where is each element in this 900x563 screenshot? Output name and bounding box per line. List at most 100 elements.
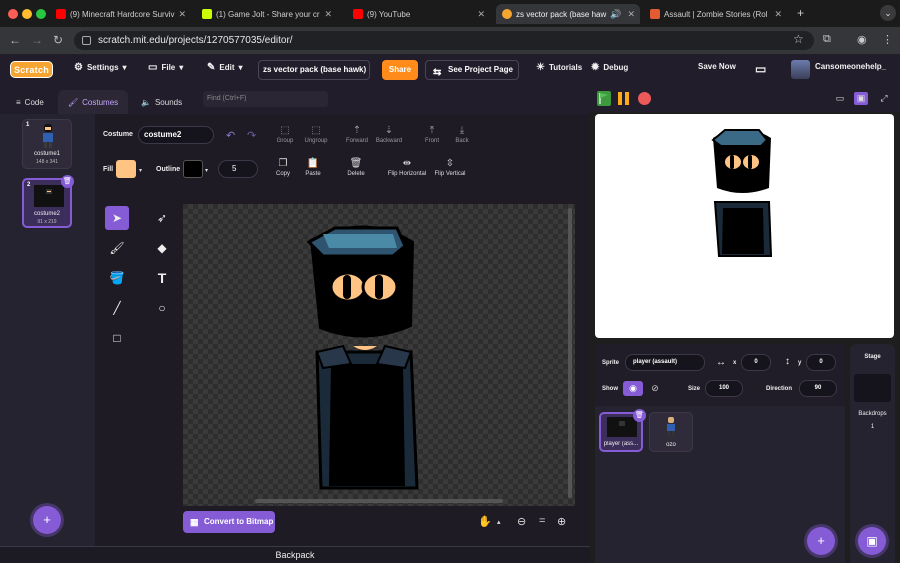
- edit-menu[interactable]: ✎ Edit ▾: [207, 62, 243, 73]
- stage-canvas[interactable]: [595, 114, 894, 338]
- forward-arrow-icon[interactable]: →: [31, 33, 43, 47]
- fill-tool[interactable]: 🪣: [105, 266, 129, 290]
- y-input[interactable]: 0: [806, 354, 836, 371]
- avatar[interactable]: [791, 60, 810, 79]
- close-tab-icon[interactable]: ✕: [473, 9, 485, 20]
- close-tab-icon[interactable]: ✕: [174, 9, 186, 20]
- new-tab-button[interactable]: +: [797, 6, 804, 20]
- browser-tab-active[interactable]: zs vector pack (base haw 🔊 ✕: [496, 4, 640, 24]
- chevron-up-icon[interactable]: ▴: [497, 518, 501, 526]
- chevron-down-icon[interactable]: ▾: [205, 167, 208, 174]
- close-tab-icon[interactable]: ✕: [770, 9, 782, 20]
- text-tool[interactable]: T: [150, 266, 174, 290]
- show-eye-icon[interactable]: ◉: [623, 381, 643, 396]
- chevron-down-icon[interactable]: ▾: [139, 167, 142, 174]
- minimize-window-button[interactable]: [22, 9, 32, 19]
- sprite-name-input[interactable]: player (assault): [625, 354, 705, 371]
- back-button[interactable]: ⤓ Back: [451, 125, 473, 144]
- vertical-scrollbar[interactable]: [568, 208, 572, 498]
- undo-button[interactable]: ↶: [226, 129, 235, 142]
- hide-eye-icon[interactable]: ⊘: [645, 381, 665, 396]
- zoom-reset-icon[interactable]: =: [539, 515, 545, 527]
- see-project-page-button[interactable]: ⇆ See Project Page: [425, 60, 519, 80]
- debug-menu[interactable]: ✹ Debug: [591, 62, 628, 73]
- reload-icon[interactable]: ↻: [53, 33, 63, 47]
- backward-button[interactable]: ⇣ Backward: [373, 125, 405, 144]
- settings-menu[interactable]: ⚙ Settings ▾: [74, 62, 127, 73]
- pause-icon[interactable]: [617, 92, 631, 105]
- delete-button[interactable]: 🗑 Delete: [345, 158, 367, 177]
- small-stage-icon[interactable]: ▭: [833, 92, 847, 105]
- fill-color-swatch[interactable]: [116, 160, 136, 178]
- tab-code[interactable]: ≡ Code: [6, 90, 54, 114]
- address-bar[interactable]: scratch.mit.edu/projects/1270577035/edit…: [74, 31, 814, 50]
- green-flag-icon[interactable]: [597, 91, 611, 106]
- costume-name-input[interactable]: costume2: [138, 126, 214, 144]
- browser-menu-icon[interactable]: ⋮: [882, 33, 893, 46]
- account-menu[interactable]: Cansomeonehelp_: [815, 62, 886, 71]
- audio-playing-icon[interactable]: 🔊: [606, 9, 621, 20]
- share-button[interactable]: Share: [382, 60, 418, 80]
- browser-tab[interactable]: (9) Minecraft Hardcore Surviv ✕: [52, 4, 186, 24]
- delete-costume-icon[interactable]: 🗑: [61, 175, 74, 188]
- extensions-icon[interactable]: ⧉: [823, 33, 831, 46]
- copy-button[interactable]: ❐ Copy: [272, 158, 294, 177]
- convert-to-bitmap-button[interactable]: ▦ Convert to Bitmap: [183, 511, 275, 533]
- close-tab-icon[interactable]: ✕: [320, 9, 332, 20]
- group-button[interactable]: ⬚ Group: [274, 125, 296, 144]
- browser-tab[interactable]: Assault | Zombie Stories (Rol ✕: [646, 4, 786, 24]
- eraser-tool[interactable]: ◆: [150, 236, 174, 260]
- flip-horizontal-button[interactable]: ⇹ Flip Horizontal: [385, 158, 429, 177]
- redo-button[interactable]: ↷: [247, 129, 256, 142]
- stop-icon[interactable]: [638, 92, 651, 105]
- select-tool[interactable]: ➤: [105, 206, 129, 230]
- front-button[interactable]: ⤒ Front: [421, 125, 443, 144]
- tab-sounds[interactable]: 🔈 Sounds: [131, 90, 192, 114]
- rectangle-tool[interactable]: □: [105, 326, 129, 350]
- forward-button[interactable]: ⇡ Forward: [343, 125, 371, 144]
- back-arrow-icon[interactable]: ←: [9, 33, 21, 47]
- site-info-icon[interactable]: [82, 36, 91, 45]
- outline-color-swatch[interactable]: [183, 160, 203, 178]
- reshape-tool[interactable]: ➶: [150, 206, 174, 230]
- backpack-bar[interactable]: Backpack: [0, 546, 590, 563]
- horizontal-scrollbar[interactable]: [255, 499, 503, 503]
- size-input[interactable]: 100: [705, 380, 743, 397]
- outline-width-input[interactable]: 5: [218, 160, 258, 178]
- close-window-button[interactable]: [8, 9, 18, 19]
- add-backdrop-button[interactable]: ▣: [858, 527, 886, 555]
- line-tool[interactable]: ╱: [105, 296, 129, 320]
- sprite-tile[interactable]: ozo: [649, 412, 693, 452]
- project-title-input[interactable]: zs vector pack (base hawk): [258, 60, 370, 80]
- costume-item[interactable]: 1 costume1 148 x 341: [22, 119, 72, 169]
- add-sprite-button[interactable]: +: [807, 527, 835, 555]
- delete-sprite-icon[interactable]: 🗑: [633, 409, 646, 422]
- browser-tab[interactable]: (1) Game Jolt - Share your cr ✕: [198, 4, 336, 24]
- find-input[interactable]: Find (Ctrl+F): [203, 91, 328, 107]
- brush-tool[interactable]: 🖌: [105, 236, 129, 260]
- tab-costumes[interactable]: 🖌 Costumes: [58, 90, 129, 114]
- maximize-window-button[interactable]: [36, 9, 46, 19]
- file-menu[interactable]: ▭ File ▾: [148, 62, 183, 73]
- flip-vertical-button[interactable]: ⇳ Flip Vertical: [432, 158, 468, 177]
- close-tab-icon[interactable]: ✕: [623, 9, 635, 20]
- zoom-in-icon[interactable]: ⊕: [557, 515, 566, 528]
- scratch-logo[interactable]: Scratch: [10, 61, 53, 78]
- circle-tool[interactable]: ○: [150, 296, 174, 320]
- tab-search-button[interactable]: ⌄: [880, 5, 896, 21]
- direction-input[interactable]: 90: [799, 380, 837, 397]
- paste-button[interactable]: 📋 Paste: [302, 158, 324, 177]
- paint-canvas[interactable]: [183, 204, 575, 506]
- save-now-button[interactable]: Save Now: [698, 62, 736, 71]
- ungroup-button[interactable]: ⬚ Ungroup: [302, 125, 330, 144]
- hand-icon[interactable]: ✋: [478, 515, 492, 528]
- profile-icon[interactable]: ◉: [857, 33, 867, 46]
- fullscreen-icon[interactable]: ⤢: [877, 92, 891, 105]
- add-costume-button[interactable]: +: [33, 506, 61, 534]
- bookmark-star-icon[interactable]: ☆: [793, 32, 804, 46]
- x-input[interactable]: 0: [741, 354, 771, 371]
- zoom-out-icon[interactable]: ⊖: [517, 515, 526, 528]
- my-stuff-icon[interactable]: ▭: [755, 62, 766, 76]
- normal-stage-icon[interactable]: ▣: [854, 92, 868, 105]
- tutorials-menu[interactable]: ☀ Tutorials: [536, 62, 582, 73]
